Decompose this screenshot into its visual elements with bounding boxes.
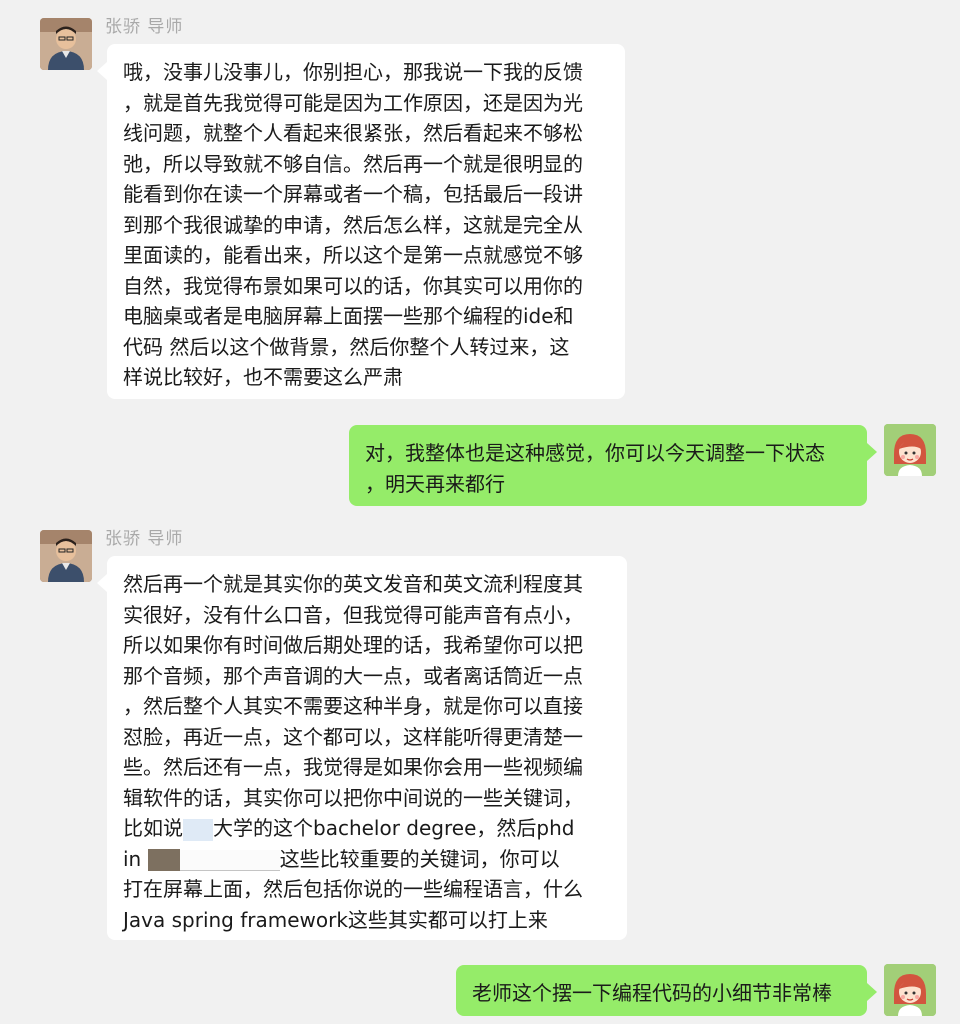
message-text-line: 能看到你在读一个屏幕或者一个稿，包括最后一段讲 [123, 182, 583, 206]
redacted-block [147, 849, 180, 871]
message-text-line: Java spring framework这些其实都可以打上来 [123, 907, 548, 932]
message-text-line: 哦，没事儿没事儿，你别担心，那我说一下我的反馈 [123, 60, 583, 84]
message-text-line: 比如说 大学的这个bachelor degree，然后phd [123, 813, 613, 844]
message-text-line: 到那个我很诚挚的申请，然后怎么样，这就是完全从 [123, 212, 583, 237]
message-text-line: 弛，所以导致就不够自信。然后再一个就是很明显的 [123, 151, 583, 176]
message-text-line: in 这些比较重要的关键词，你可以 [123, 844, 613, 875]
message-incoming: 张骄 导师 哦，没事儿没事儿，你别担心，那我说一下我的反馈 ，就是首先我觉得可能… [0, 0, 960, 410]
message-text-line: 对，我整体也是这种感觉，你可以今天调整一下状态 [365, 441, 825, 465]
message-text-segment: 比如说 [123, 816, 183, 840]
message-text-line: ，然后整个人其实不需要这种半身，就是你可以直接 [123, 694, 583, 718]
teacher-avatar-icon[interactable] [40, 530, 92, 582]
message-text-line: 代码 然后以这个做背景，然后你整个人转过来，这 [123, 334, 570, 359]
message-text-line: 电脑桌或者是电脑屏幕上面摆一些那个编程的ide和 [123, 304, 574, 328]
sender-name: 张骄 导师 [105, 529, 184, 549]
message-text-line: 实很好，没有什么口音，但我觉得可能声音有点小， [123, 602, 583, 627]
message-text-line: 所以如果你有时间做后期处理的话，我希望你可以把 [123, 633, 583, 657]
message-text-line: 样说比较好，也不需要这么严肃 [123, 365, 403, 389]
message-text-line: 老师这个摆一下编程代码的小细节非常棒 [472, 981, 832, 1005]
message-text-line: 里面读的，能看出来，所以这个是第一点就感觉不够 [123, 243, 583, 267]
student-avatar-icon[interactable] [884, 964, 936, 1016]
student-avatar-icon[interactable] [884, 424, 936, 476]
message-bubble[interactable]: 老师这个摆一下编程代码的小细节非常棒 [456, 965, 877, 1016]
teacher-avatar-icon[interactable] [40, 18, 92, 70]
redacted-block [179, 849, 280, 871]
message-text-line: 然后再一个就是其实你的英文发音和英文流利程度其 [123, 572, 583, 596]
message-outgoing: 对，我整体也是这种感觉，你可以今天调整一下状态 ，明天再来都行 [0, 410, 960, 520]
message-text-segment: 大学的这个bachelor degree，然后phd [213, 816, 575, 840]
message-text-line: ，明天再来都行 [365, 471, 505, 496]
message-incoming: 张骄 导师 然后再一个就是其实你的英文发音和英文流利程度其 实很好，没有什么口音… [0, 520, 960, 950]
chat-conversation: 张骄 导师 哦，没事儿没事儿，你别担心，那我说一下我的反馈 ，就是首先我觉得可能… [0, 0, 960, 1024]
message-text-line: 辑软件的话，其实你可以把你中间说的一些关键词， [123, 785, 583, 810]
message-text-line: 自然，我觉得布景如果可以的话，你其实可以用你的 [123, 273, 583, 298]
message-text-segment: 这些比较重要的关键词，你可以 [279, 846, 560, 871]
redacted-block [183, 818, 213, 841]
message-outgoing: 老师这个摆一下编程代码的小细节非常棒 [0, 950, 960, 1024]
message-bubble[interactable]: 哦，没事儿没事儿，你别担心，那我说一下我的反馈 ，就是首先我觉得可能是因为工作原… [97, 44, 625, 399]
sender-name: 张骄 导师 [105, 17, 184, 37]
message-text-line: 线问题，就整个人看起来很紧张，然后看起来不够松 [123, 121, 583, 145]
message-text-segment: in [123, 846, 148, 871]
message-text-line: 那个音频，那个声音调的大一点，或者离话筒近一点 [123, 663, 583, 688]
message-bubble[interactable]: 然后再一个就是其实你的英文发音和英文流利程度其 实很好，没有什么口音，但我觉得可… [97, 556, 627, 940]
message-text-line: 怼脸，再近一点，这个都可以，这样能听得更清楚一 [123, 724, 583, 749]
message-text-line: 些。然后还有一点，我觉得是如果你会用一些视频编 [123, 755, 583, 779]
message-text-line: ，就是首先我觉得可能是因为工作原因，还是因为光 [123, 90, 583, 115]
message-text-line: 打在屏幕上面，然后包括你说的一些编程语言，什么 [123, 877, 583, 901]
message-bubble[interactable]: 对，我整体也是这种感觉，你可以今天调整一下状态 ，明天再来都行 [349, 425, 877, 506]
